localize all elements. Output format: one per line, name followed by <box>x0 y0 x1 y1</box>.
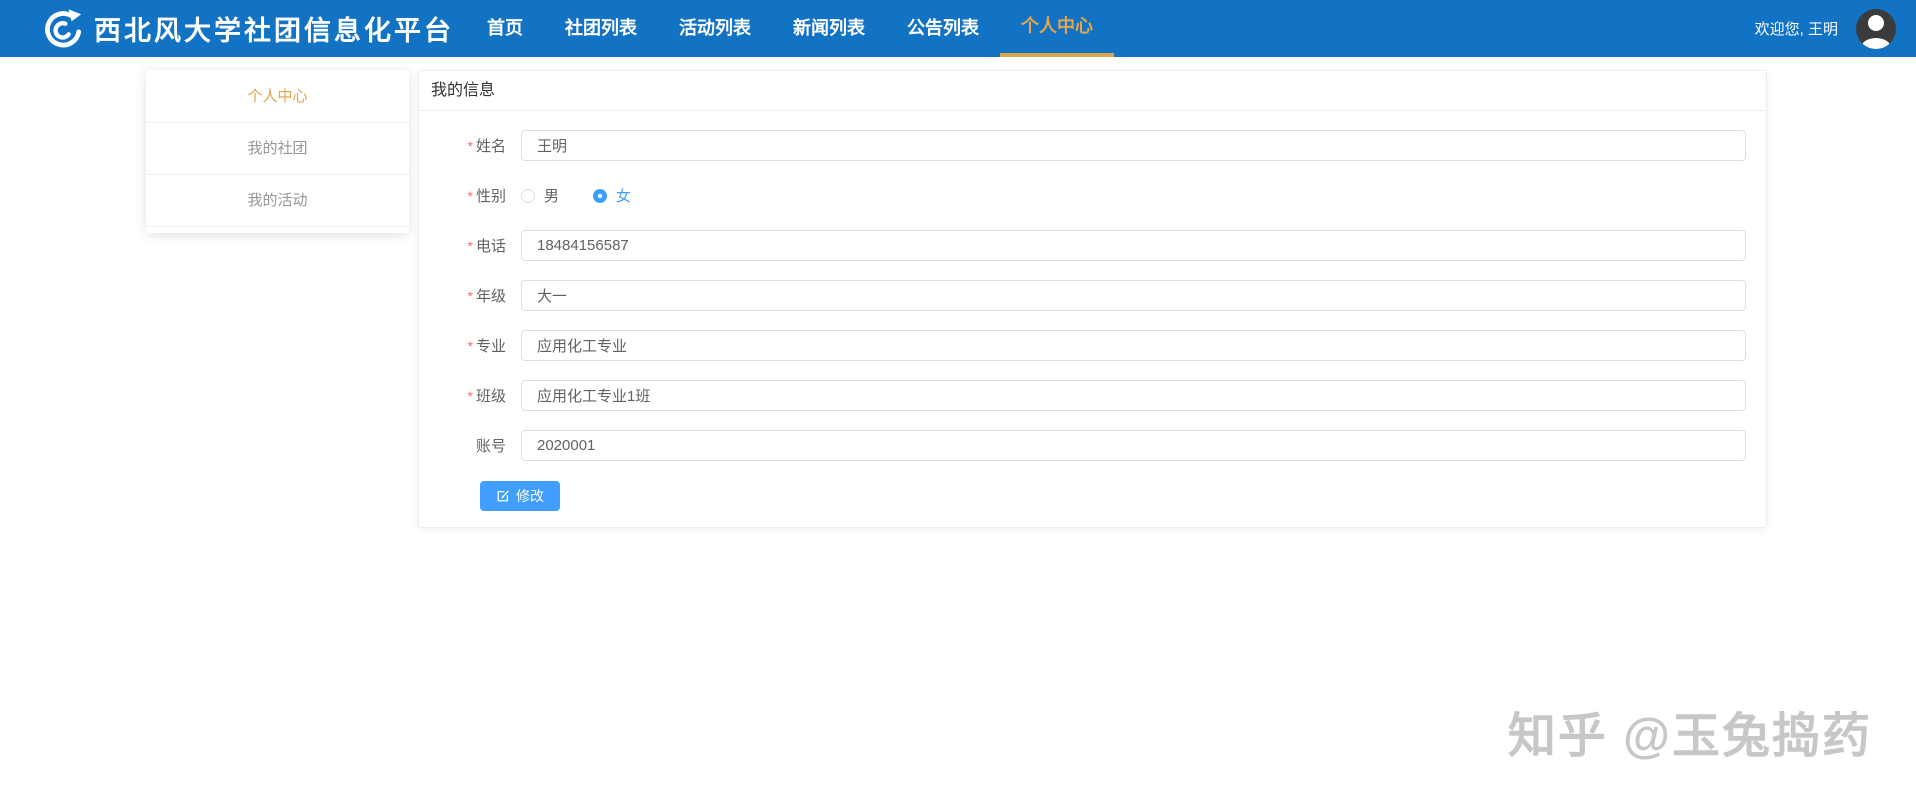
form-row-grade: * 年级 <box>419 280 1766 311</box>
avatar-torso-icon <box>1861 37 1891 49</box>
field-label-phone: * 电话 <box>419 235 521 256</box>
form-row-account: 账号 <box>419 430 1766 461</box>
field-label-gender: * 性别 <box>419 185 521 206</box>
nav-item-2[interactable]: 活动列表 <box>658 0 772 57</box>
field-label-text: 专业 <box>475 338 506 355</box>
user-avatar[interactable] <box>1856 8 1896 49</box>
brand[interactable]: 西北风大学社团信息化平台 <box>42 7 454 51</box>
nav-item-1[interactable]: 社团列表 <box>544 0 658 57</box>
radio-circle-icon[interactable] <box>521 188 535 203</box>
field-label-grade: * 年级 <box>419 285 521 306</box>
zhihu-watermark: 知乎 @玉兔捣药 <box>1507 710 1872 763</box>
gender-radio-group: 男女 <box>521 185 665 206</box>
card-title: 我的信息 <box>419 71 1766 111</box>
profile-form: *姓名*性别男女*电话*年级*专业*班级账号修改 <box>419 111 1766 511</box>
name-input[interactable] <box>521 130 1746 161</box>
nav-item-5[interactable]: 个人中心 <box>1000 0 1114 57</box>
field-label-text: 账号 <box>475 438 506 455</box>
account-input[interactable] <box>521 430 1746 461</box>
sidebar-menu: 个人中心 我的社团 我的活动 <box>146 70 409 233</box>
top-navbar: 西北风大学社团信息化平台 首页 社团列表 活动列表 新闻列表 公告列表 个人中心 欢迎您,… <box>0 0 1916 57</box>
field-label-name: * 姓名 <box>419 135 521 156</box>
major-input[interactable] <box>521 330 1746 361</box>
edit-icon <box>496 489 510 503</box>
field-label-text: 姓名 <box>475 138 506 155</box>
radio-option-1[interactable]: 女 <box>593 185 631 206</box>
modify-button-label: 修改 <box>516 488 544 504</box>
nav-item-0[interactable]: 首页 <box>466 0 544 57</box>
radio-circle-icon[interactable] <box>593 188 608 203</box>
required-star: * <box>467 138 473 154</box>
form-row-name: * 姓名 <box>419 130 1766 161</box>
required-star: * <box>467 188 473 204</box>
grade-input[interactable] <box>521 280 1746 311</box>
main-nav: 首页 社团列表 活动列表 新闻列表 公告列表 个人中心 <box>466 0 1114 57</box>
field-label-text: 电话 <box>475 238 506 255</box>
radio-label: 女 <box>616 188 632 205</box>
required-star: * <box>467 288 473 304</box>
field-label-text: 性别 <box>475 188 506 205</box>
sidebar-item-my-clubs[interactable]: 我的社团 <box>146 123 409 175</box>
required-star: * <box>467 238 473 254</box>
wind-spiral-logo-icon <box>42 7 84 51</box>
field-label-major: * 专业 <box>419 335 521 356</box>
field-label-class: * 班级 <box>419 385 521 406</box>
nav-item-3[interactable]: 新闻列表 <box>772 0 886 57</box>
sidebar-item-my-activities[interactable]: 我的活动 <box>146 175 409 227</box>
phone-input[interactable] <box>521 230 1746 261</box>
profile-card: 我的信息 *姓名*性别男女*电话*年级*专业*班级账号修改 <box>418 70 1767 528</box>
modify-button[interactable]: 修改 <box>480 481 560 511</box>
form-row-class: * 班级 <box>419 380 1766 411</box>
form-row-phone: * 电话 <box>419 230 1766 261</box>
welcome-text: 欢迎您, 王明 <box>1754 21 1838 38</box>
sidebar-item-personal-center[interactable]: 个人中心 <box>146 70 409 123</box>
form-row-gender: * 性别男女 <box>419 180 1766 211</box>
field-label-account: 账号 <box>419 435 521 456</box>
avatar-head-icon <box>1868 14 1884 31</box>
class-input[interactable] <box>521 380 1746 411</box>
required-star: * <box>467 338 473 354</box>
field-label-text: 班级 <box>475 388 506 405</box>
field-label-text: 年级 <box>475 288 506 305</box>
form-row-major: * 专业 <box>419 330 1766 361</box>
nav-item-4[interactable]: 公告列表 <box>886 0 1000 57</box>
radio-option-0[interactable]: 男 <box>521 185 559 206</box>
radio-label: 男 <box>544 188 560 205</box>
required-star: * <box>467 388 473 404</box>
platform-title: 西北风大学社团信息化平台 <box>94 16 454 46</box>
